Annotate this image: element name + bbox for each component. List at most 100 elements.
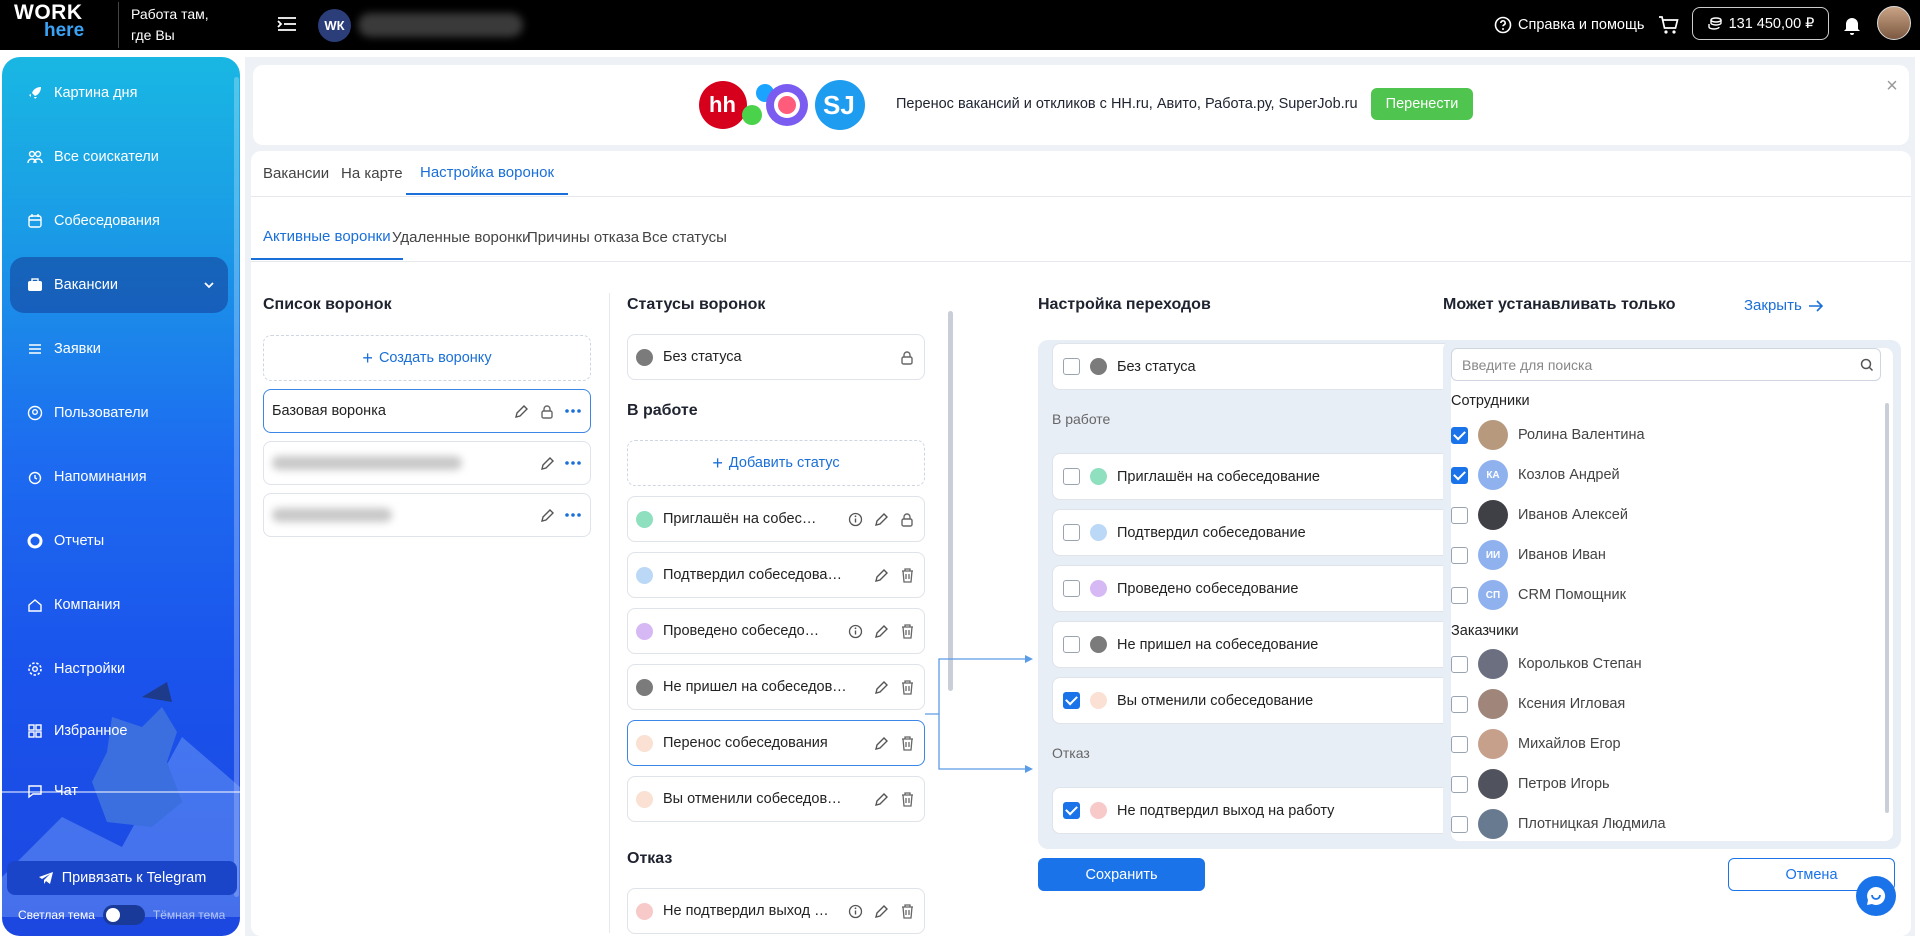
tab-on-map[interactable]: На карте xyxy=(341,151,403,195)
checkbox[interactable] xyxy=(1451,815,1468,833)
sidebar-item-vacancies[interactable]: Вакансии xyxy=(10,257,228,313)
checkbox[interactable] xyxy=(1063,636,1080,653)
close-icon[interactable]: × xyxy=(1883,75,1901,97)
sidebar-item-favorites[interactable]: Избранное xyxy=(10,703,228,759)
delete-icon[interactable] xyxy=(898,902,916,920)
sidebar-item-candidates[interactable]: Все соискатели xyxy=(10,129,228,185)
transition-row[interactable]: Подтвердил собеседование xyxy=(1052,509,1468,556)
company-avatar[interactable]: WК xyxy=(318,9,351,42)
sidebar-item-reports[interactable]: Отчеты xyxy=(10,513,228,569)
telegram-link-button[interactable]: Привязать к Telegram xyxy=(7,861,237,895)
sidebar-item-chat[interactable]: Чат xyxy=(10,763,228,819)
status-row[interactable]: Проведено собеседование xyxy=(627,608,925,654)
customer-item[interactable]: Михайлов Егор xyxy=(1451,727,1621,761)
status-row-no-status[interactable]: Без статуса xyxy=(627,334,925,380)
save-button[interactable]: Сохранить xyxy=(1038,858,1205,891)
checkbox[interactable] xyxy=(1063,468,1080,485)
more-dots-icon[interactable] xyxy=(564,454,582,472)
checkbox[interactable] xyxy=(1063,358,1080,375)
menu-toggle-icon[interactable] xyxy=(275,12,299,36)
info-icon[interactable] xyxy=(846,622,864,640)
checkbox[interactable] xyxy=(1451,655,1468,673)
transition-row[interactable]: Не пришел на собеседование xyxy=(1052,621,1468,668)
cart-icon[interactable] xyxy=(1656,12,1682,38)
add-status-button[interactable]: + Добавить статус xyxy=(627,440,925,486)
company-name-blurred[interactable] xyxy=(358,13,523,37)
tab-all-statuses[interactable]: Все статусы xyxy=(642,214,727,260)
sidebar-item-interviews[interactable]: Собеседования xyxy=(10,193,228,249)
sidebar-item-company[interactable]: Компания xyxy=(10,577,228,633)
checkbox[interactable] xyxy=(1451,695,1468,713)
checkbox[interactable] xyxy=(1451,426,1468,444)
employee-item[interactable]: КА Козлов Андрей xyxy=(1451,458,1620,492)
status-row[interactable]: Вы отменили собеседование xyxy=(627,776,925,822)
support-chat-button[interactable] xyxy=(1856,876,1896,916)
checkbox[interactable] xyxy=(1451,546,1468,564)
more-dots-icon[interactable] xyxy=(564,402,582,420)
checkbox[interactable] xyxy=(1451,586,1468,604)
transition-row[interactable]: Не подтвердил выход на работу xyxy=(1052,787,1468,834)
customer-item[interactable]: Петров Игорь xyxy=(1451,767,1610,801)
balance-button[interactable]: 131 450,00 ₽ xyxy=(1692,7,1829,40)
edit-icon[interactable] xyxy=(512,402,530,420)
search-input[interactable]: Введите для поиска xyxy=(1451,348,1881,381)
edit-icon[interactable] xyxy=(872,790,890,808)
edit-icon[interactable] xyxy=(872,678,890,696)
transition-row[interactable]: Приглашён на собеседование xyxy=(1052,453,1468,500)
status-row[interactable]: Не пришел на собеседование xyxy=(627,664,925,710)
sidebar-item-settings[interactable]: Настройки xyxy=(10,641,228,697)
edit-icon[interactable] xyxy=(872,734,890,752)
edit-icon[interactable] xyxy=(872,510,890,528)
employee-item[interactable]: СП CRM Помощник xyxy=(1451,578,1626,612)
funnel-item-blurred[interactable] xyxy=(263,493,591,537)
create-funnel-button[interactable]: + Создать воронку xyxy=(263,335,591,381)
checkbox[interactable] xyxy=(1063,802,1080,819)
checkbox[interactable] xyxy=(1063,692,1080,709)
transition-row[interactable]: Вы отменили собеседование xyxy=(1052,677,1468,724)
sidebar-item-users[interactable]: Пользователи xyxy=(10,385,228,441)
who-scrollbar[interactable] xyxy=(1885,403,1889,813)
checkbox[interactable] xyxy=(1063,524,1080,541)
status-row[interactable]: Не подтвердил выход на работу xyxy=(627,888,925,934)
checkbox[interactable] xyxy=(1451,466,1468,484)
close-panel-link[interactable]: Закрыть xyxy=(1744,297,1824,314)
delete-icon[interactable] xyxy=(898,734,916,752)
sidebar-item-requests[interactable]: Заявки xyxy=(10,321,228,377)
delete-icon[interactable] xyxy=(898,678,916,696)
transition-row[interactable]: Проведено собеседование xyxy=(1052,565,1468,612)
delete-icon[interactable] xyxy=(898,566,916,584)
status-row[interactable]: Перенос собеседования xyxy=(627,720,925,766)
employee-item[interactable]: Иванов Алексей xyxy=(1451,498,1628,532)
migrate-button[interactable]: Перенести xyxy=(1371,88,1473,120)
sidebar-item-reminders[interactable]: Напоминания xyxy=(10,449,228,505)
notifications-bell-icon[interactable] xyxy=(1840,12,1864,38)
transition-row-no-status[interactable]: Без статуса xyxy=(1052,343,1468,390)
sidebar-item-day-picture[interactable]: Картина дня xyxy=(10,65,228,121)
funnel-item-base[interactable]: Базовая воронка xyxy=(263,389,591,433)
help-link[interactable]: Справка и помощь xyxy=(1494,14,1644,36)
customer-item[interactable]: Корольков Степан xyxy=(1451,647,1642,681)
funnel-item-blurred[interactable] xyxy=(263,441,591,485)
delete-icon[interactable] xyxy=(898,622,916,640)
checkbox[interactable] xyxy=(1451,775,1468,793)
edit-icon[interactable] xyxy=(538,454,556,472)
statuses-scrollbar[interactable] xyxy=(948,311,953,691)
customer-item[interactable]: Плотницкая Людмила xyxy=(1451,807,1666,841)
info-icon[interactable] xyxy=(846,510,864,528)
tab-active-funnels[interactable]: Активные воронки xyxy=(251,214,403,260)
tab-deleted-funnels[interactable]: Удаленные воронки xyxy=(392,214,530,260)
tab-vacancies[interactable]: Вакансии xyxy=(263,151,329,195)
edit-icon[interactable] xyxy=(872,902,890,920)
status-row[interactable]: Подтвердил собеседование xyxy=(627,552,925,598)
employee-item[interactable]: Ролина Валентина xyxy=(1451,418,1645,452)
status-row[interactable]: Приглашён на собеседование xyxy=(627,496,925,542)
edit-icon[interactable] xyxy=(538,506,556,524)
tab-funnel-settings[interactable]: Настройка воронок xyxy=(406,151,569,195)
edit-icon[interactable] xyxy=(872,622,890,640)
edit-icon[interactable] xyxy=(872,566,890,584)
tab-refusal-reasons[interactable]: Причины отказа xyxy=(527,214,639,260)
customer-item[interactable]: Ксения Игловая xyxy=(1451,687,1625,721)
more-dots-icon[interactable] xyxy=(564,506,582,524)
info-icon[interactable] xyxy=(846,902,864,920)
employee-item[interactable]: ИИ Иванов Иван xyxy=(1451,538,1606,572)
